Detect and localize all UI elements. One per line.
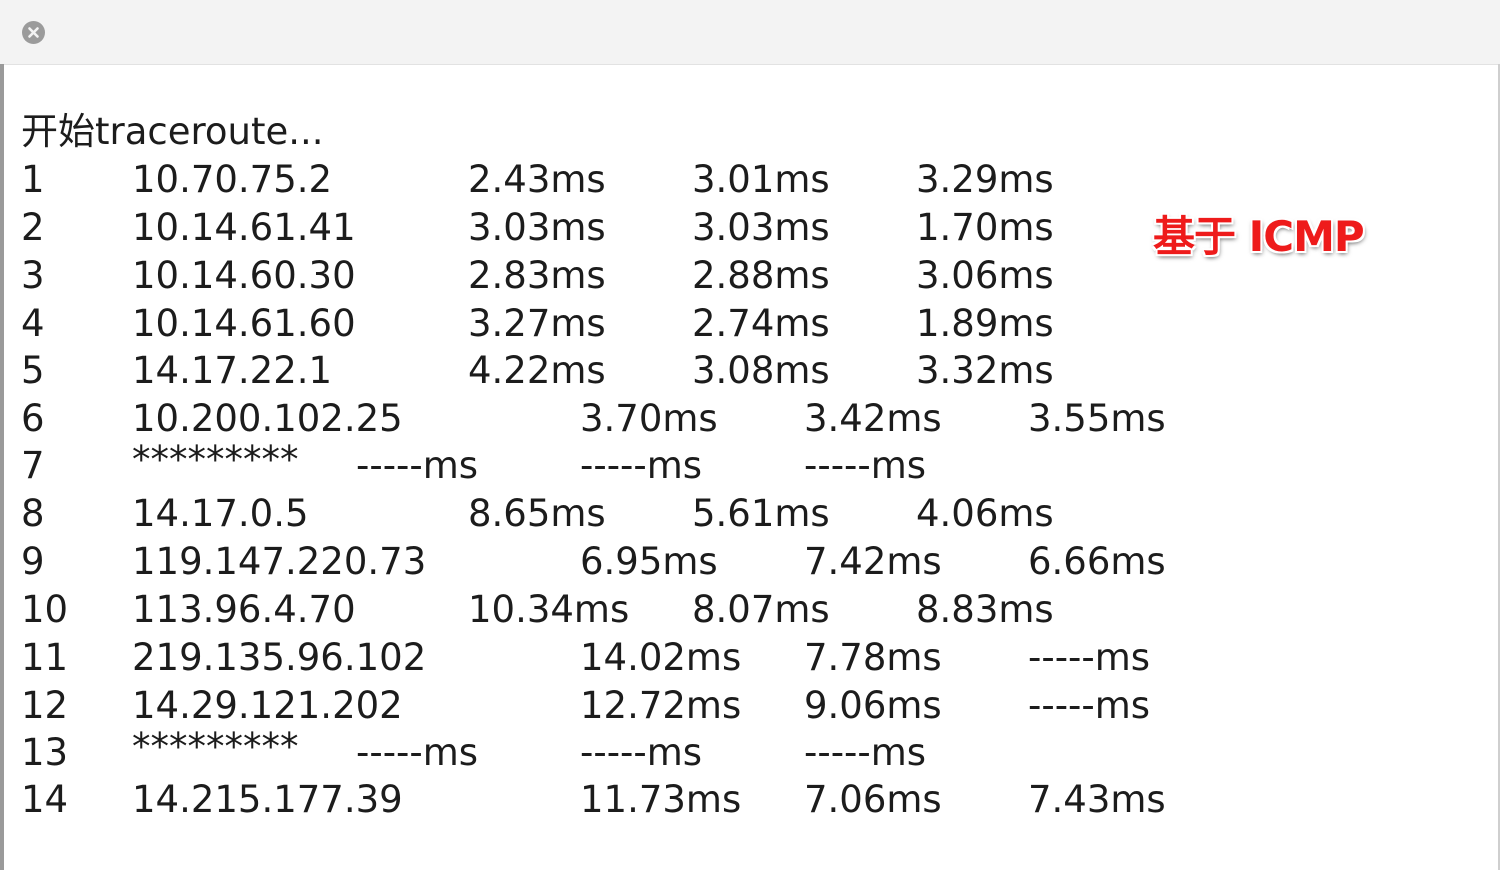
hop-time-3: 3.29ms <box>916 158 1054 201</box>
hop-time-2: 7.06ms <box>804 778 942 821</box>
traceroute-window: 开始traceroute... 1 10.70.75.2 2.43ms 3.01ms 3… <box>0 0 1500 870</box>
hop-ip-address: 10.14.61.60 <box>132 302 356 345</box>
hop-time-3: 8.83ms <box>916 588 1054 631</box>
hop-time-3: -----ms <box>804 444 927 487</box>
hop-time-3: -----ms <box>1028 636 1151 679</box>
hop-time-1: -----ms <box>356 731 479 774</box>
close-button[interactable] <box>22 21 45 44</box>
hop-time-1: 2.43ms <box>468 158 606 201</box>
hop-time-1: 3.03ms <box>468 206 606 249</box>
hop-ip-address: 14.215.177.39 <box>132 778 403 821</box>
output-header: 开始traceroute... <box>21 110 324 153</box>
hop-number: 13 <box>21 731 69 774</box>
hop-ip-address: ********* <box>132 725 299 768</box>
hop-row: 4 10.14.61.60 3.27ms 2.74ms 1.89ms <box>0 300 1500 348</box>
hop-time-2: 2.74ms <box>692 302 830 345</box>
hop-ip-address: 14.17.0.5 <box>132 492 309 535</box>
hop-ip-address: 10.14.60.30 <box>132 254 356 297</box>
hop-ip-address: 10.14.61.41 <box>132 206 356 249</box>
hop-time-3: 1.70ms <box>916 206 1054 249</box>
hop-row: 8 14.17.0.5 8.65ms 5.61ms 4.06ms <box>0 490 1500 538</box>
hop-ip-address: 14.17.22.1 <box>132 349 333 392</box>
hop-row: 13 ********* -----ms -----ms -----ms <box>0 725 1500 777</box>
hop-row: 1 10.70.75.2 2.43ms 3.01ms 3.29ms <box>0 156 1500 204</box>
hop-time-1: 3.70ms <box>580 397 718 440</box>
hop-number: 3 <box>21 254 45 297</box>
hop-time-2: 2.88ms <box>692 254 830 297</box>
hop-row: 9 119.147.220.73 6.95ms 7.42ms 6.66ms <box>0 538 1500 586</box>
hop-number: 7 <box>21 444 45 487</box>
icmp-annotation: 基于 ICMP <box>1153 212 1365 261</box>
hop-time-2: 3.42ms <box>804 397 942 440</box>
hop-time-3: -----ms <box>1028 684 1151 727</box>
hop-time-2: 7.42ms <box>804 540 942 583</box>
hop-time-1: 3.27ms <box>468 302 606 345</box>
hop-time-2: -----ms <box>580 731 703 774</box>
hop-time-3: 3.55ms <box>1028 397 1166 440</box>
traceroute-output: 开始traceroute... 1 10.70.75.2 2.43ms 3.01ms 3… <box>0 64 1500 870</box>
hop-time-1: 12.72ms <box>580 684 742 727</box>
hop-time-1: -----ms <box>356 444 479 487</box>
hop-time-3: 6.66ms <box>1028 540 1166 583</box>
hop-number: 12 <box>21 684 69 727</box>
hop-time-2: 3.03ms <box>692 206 830 249</box>
hop-time-3: 7.43ms <box>1028 778 1166 821</box>
hop-time-2: 3.08ms <box>692 349 830 392</box>
hop-time-2: 5.61ms <box>692 492 830 535</box>
hop-time-1: 14.02ms <box>580 636 742 679</box>
hop-ip-address: ********* <box>132 438 299 481</box>
hop-time-1: 10.34ms <box>468 588 630 631</box>
hop-time-2: 8.07ms <box>692 588 830 631</box>
hop-number: 11 <box>21 636 69 679</box>
hop-time-3: 4.06ms <box>916 492 1054 535</box>
hop-time-1: 8.65ms <box>468 492 606 535</box>
hop-number: 4 <box>21 302 45 345</box>
hop-row: 7 ********* -----ms -----ms -----ms <box>0 438 1500 490</box>
hop-ip-address: 219.135.96.102 <box>132 636 427 679</box>
hop-ip-address: 113.96.4.70 <box>132 588 356 631</box>
hop-number: 10 <box>21 588 69 631</box>
hop-time-3: 1.89ms <box>916 302 1054 345</box>
hop-time-2: 9.06ms <box>804 684 942 727</box>
hop-time-3: -----ms <box>804 731 927 774</box>
hop-row: 5 14.17.22.1 4.22ms 3.08ms 3.32ms <box>0 347 1500 395</box>
hop-row: 14 14.215.177.39 11.73ms 7.06ms 7.43ms <box>0 776 1500 824</box>
title-bar <box>0 0 1500 65</box>
hop-row: 10 113.96.4.70 10.34ms 8.07ms 8.83ms <box>0 586 1500 634</box>
hop-number: 5 <box>21 349 45 392</box>
hop-time-2: -----ms <box>580 444 703 487</box>
hop-time-3: 3.32ms <box>916 349 1054 392</box>
hop-number: 1 <box>21 158 45 201</box>
hop-time-2: 3.01ms <box>692 158 830 201</box>
hop-time-1: 11.73ms <box>580 778 742 821</box>
hop-time-1: 4.22ms <box>468 349 606 392</box>
hop-row: 11 219.135.96.102 14.02ms 7.78ms -----ms <box>0 634 1500 682</box>
close-icon <box>28 27 39 38</box>
hop-number: 14 <box>21 778 69 821</box>
hop-time-1: 6.95ms <box>580 540 718 583</box>
hop-ip-address: 10.70.75.2 <box>132 158 333 201</box>
hop-ip-address: 119.147.220.73 <box>132 540 427 583</box>
hop-number: 9 <box>21 540 45 583</box>
hop-time-1: 2.83ms <box>468 254 606 297</box>
hop-number: 8 <box>21 492 45 535</box>
hop-time-3: 3.06ms <box>916 254 1054 297</box>
hop-time-2: 7.78ms <box>804 636 942 679</box>
hop-number: 2 <box>21 206 45 249</box>
hop-number: 6 <box>21 397 45 440</box>
